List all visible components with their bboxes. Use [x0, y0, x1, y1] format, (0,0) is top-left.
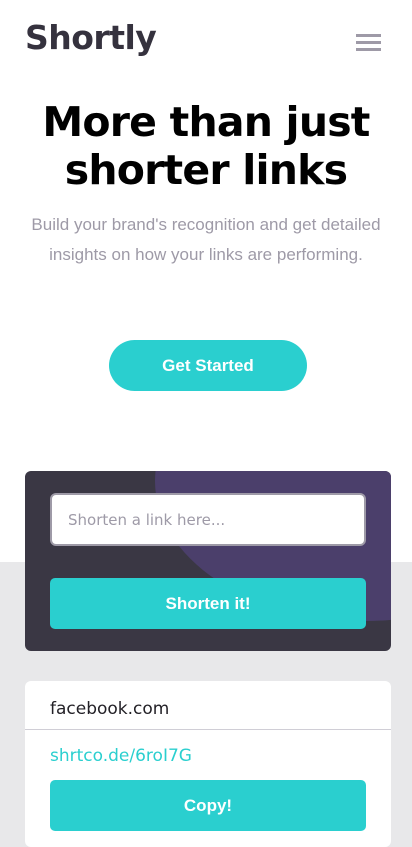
divider: [25, 729, 391, 730]
hero-subtitle: Build your brand's recognition and get d…: [31, 215, 381, 264]
menu-bar: [356, 48, 381, 51]
short-link[interactable]: shrtco.de/6roI7G: [50, 746, 192, 766]
result-card: facebook.com shrtco.de/6roI7G Copy!: [25, 681, 391, 847]
logo[interactable]: Shortly: [25, 18, 157, 57]
copy-button[interactable]: Copy!: [50, 780, 366, 831]
original-link: facebook.com: [50, 699, 170, 719]
get-started-button[interactable]: Get Started: [109, 340, 307, 391]
hero-title: More than just shorter links: [42, 98, 370, 194]
shorten-link-input[interactable]: [50, 493, 366, 546]
menu-bar: [356, 34, 381, 37]
site-header: Shortly: [0, 0, 412, 80]
shorten-button[interactable]: Shorten it!: [50, 578, 366, 629]
hamburger-menu-icon[interactable]: [356, 34, 382, 52]
menu-bar: [356, 41, 381, 44]
shorten-panel: Shorten it!: [25, 471, 391, 651]
